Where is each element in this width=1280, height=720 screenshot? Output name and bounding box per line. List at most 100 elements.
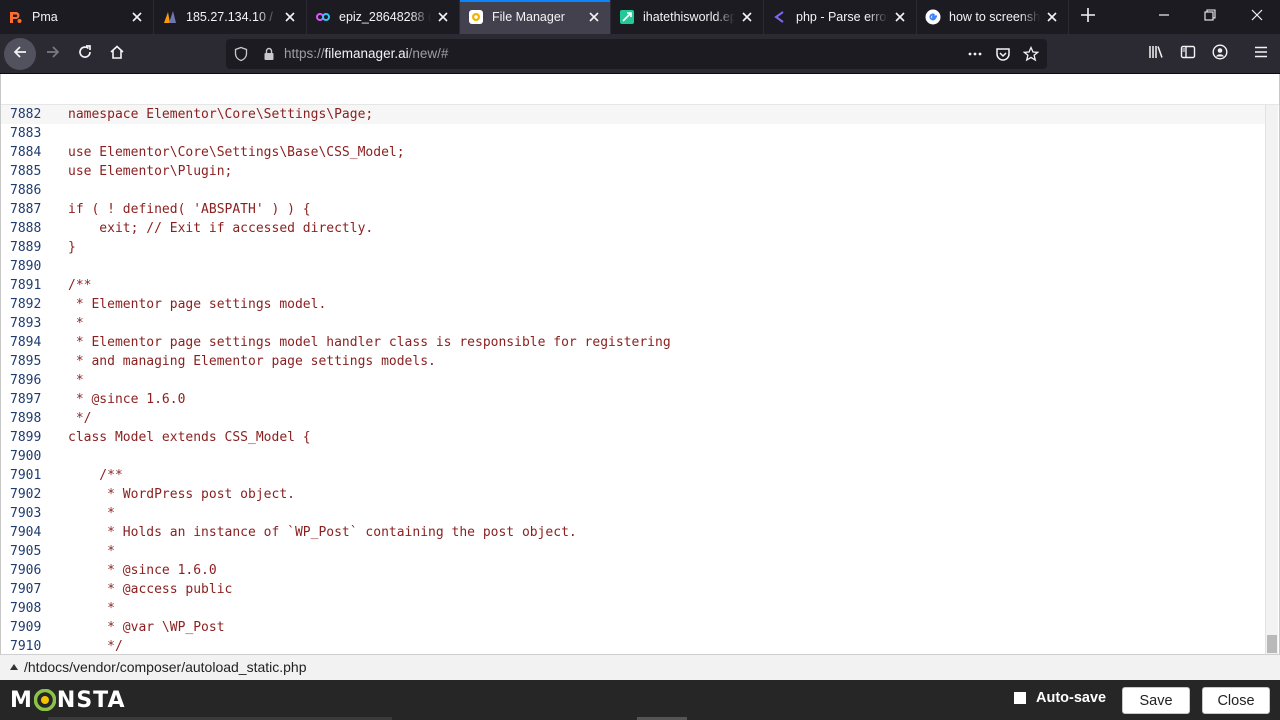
code-line[interactable]: 7908 * — [1, 599, 1265, 618]
tab-pma[interactable]: Pma — [0, 0, 154, 34]
code-editor[interactable]: 7882 namespace Elementor\Core\Settings\Pa… — [1, 105, 1265, 654]
line-number: 7907 — [10, 582, 42, 597]
google-icon — [925, 9, 941, 25]
tab-file-manager[interactable]: File Manager — [460, 0, 611, 34]
code-text: * Elementor page settings model handler … — [68, 335, 671, 350]
code-line[interactable]: 7901 /** — [1, 466, 1265, 485]
code-text: * — [68, 373, 84, 388]
code-line[interactable]: 7893 * — [1, 314, 1265, 333]
code-text: if ( ! defined( 'ABSPATH' ) ) { — [68, 202, 311, 217]
close-icon[interactable] — [586, 9, 602, 25]
code-line[interactable]: 7892 * Elementor page settings model. — [1, 295, 1265, 314]
window-close-button[interactable] — [1234, 0, 1280, 34]
close-icon[interactable] — [1044, 9, 1060, 25]
stack-angle-icon — [772, 9, 788, 25]
code-line[interactable]: 7885 use Elementor\Plugin; — [1, 162, 1265, 181]
code-line[interactable]: 7898 */ — [1, 409, 1265, 428]
code-text: use Elementor\Core\Settings\Base\CSS_Mod… — [68, 145, 405, 160]
line-number: 7883 — [10, 126, 42, 141]
save-button[interactable]: Save — [1122, 687, 1190, 714]
code-line[interactable]: 7906 * @since 1.6.0 — [1, 561, 1265, 580]
code-line[interactable]: 7891 /** — [1, 276, 1265, 295]
close-icon[interactable] — [435, 9, 451, 25]
tab-epiz[interactable]: epiz_28648288 (W — [307, 0, 460, 34]
line-number: 7892 — [10, 297, 42, 312]
close-icon[interactable] — [739, 9, 755, 25]
back-button[interactable] — [4, 38, 36, 70]
code-line[interactable]: 7886 — [1, 181, 1265, 200]
code-line[interactable]: 7895 * and managing Elementor page setti… — [1, 352, 1265, 371]
caret-up-icon[interactable] — [10, 664, 18, 670]
code-text: */ — [68, 411, 92, 426]
browser-navigation-bar: https://filemanager.ai/new/# — [0, 34, 1280, 74]
code-text: namespace Elementor\Core\Settings\Page; — [68, 107, 374, 122]
line-number: 7888 — [10, 221, 42, 236]
url-path: /new/# — [408, 46, 449, 61]
close-icon — [1251, 8, 1263, 26]
code-line[interactable]: 7896 * — [1, 371, 1265, 390]
editor-scrollbar[interactable] — [1265, 105, 1278, 654]
code-line[interactable]: 7884 use Elementor\Core\Settings\Base\CSS… — [1, 143, 1265, 162]
line-number: 7889 — [10, 240, 42, 255]
home-button[interactable] — [101, 38, 133, 70]
close-icon[interactable] — [282, 9, 298, 25]
back-arrow-icon — [12, 44, 28, 65]
code-line[interactable]: 7904 * Holds an instance of `WP_Post` co… — [1, 523, 1265, 542]
library-button[interactable] — [1140, 38, 1172, 70]
address-bar[interactable]: https://filemanager.ai/new/# — [226, 39, 1047, 69]
tab-php-parse-error[interactable]: php - Parse error — [764, 0, 917, 34]
code-line[interactable]: 7882 namespace Elementor\Core\Settings\Pa… — [1, 105, 1265, 124]
home-icon — [109, 44, 125, 65]
sidebar-icon — [1180, 44, 1196, 65]
code-line[interactable]: 7889} — [1, 238, 1265, 257]
forward-button[interactable] — [37, 38, 69, 70]
line-number: 7891 — [10, 278, 42, 293]
code-line[interactable]: 7905 * — [1, 542, 1265, 561]
menu-button[interactable] — [1245, 38, 1277, 70]
bookmark-star-icon[interactable] — [1023, 46, 1039, 62]
code-line[interactable]: 7897 * @since 1.6.0 — [1, 390, 1265, 409]
code-line[interactable]: 7909 * @var \WP_Post — [1, 618, 1265, 637]
code-line[interactable]: 7900 — [1, 447, 1265, 466]
code-text: /** — [68, 278, 92, 293]
code-text: } — [68, 240, 76, 255]
scrollbar-thumb[interactable] — [1267, 635, 1277, 653]
sidebar-button[interactable] — [1172, 38, 1204, 70]
autosave-checkbox[interactable] — [1014, 692, 1026, 704]
lock-icon[interactable] — [261, 46, 277, 62]
code-line[interactable]: 7894 * Elementor page settings model han… — [1, 333, 1265, 352]
reload-button[interactable] — [69, 38, 101, 70]
code-line[interactable]: 7887 if ( ! defined( 'ABSPATH' ) ) { — [1, 200, 1265, 219]
restore-button[interactable] — [1187, 0, 1233, 34]
code-text: use Elementor\Plugin; — [68, 164, 233, 179]
code-text: * — [68, 544, 115, 559]
shield-icon[interactable] — [233, 46, 249, 62]
tab-google-search[interactable]: how to screensho — [917, 0, 1069, 34]
more-actions-icon[interactable] — [967, 46, 983, 62]
line-number: 7894 — [10, 335, 42, 350]
code-line[interactable]: 7902 * WordPress post object. — [1, 485, 1265, 504]
code-line[interactable]: 7907 * @access public — [1, 580, 1265, 599]
close-icon[interactable] — [892, 9, 908, 25]
account-button[interactable] — [1204, 38, 1236, 70]
close-icon[interactable] — [129, 9, 145, 25]
close-button[interactable]: Close — [1202, 687, 1270, 714]
code-line[interactable]: 7903 * — [1, 504, 1265, 523]
line-number: 7903 — [10, 506, 42, 521]
plus-icon — [1080, 7, 1096, 28]
new-tab-button[interactable] — [1071, 0, 1105, 34]
editor-header — [1, 74, 1279, 105]
tab-title: ihatethisworld.ep — [643, 10, 735, 24]
pocket-icon[interactable] — [995, 46, 1011, 62]
code-line[interactable]: 7899 class Model extends CSS_Model { — [1, 428, 1265, 447]
minimize-button[interactable] — [1141, 0, 1187, 34]
code-line[interactable]: 7910 */ — [1, 637, 1265, 654]
code-line[interactable]: 7890 — [1, 257, 1265, 276]
code-line[interactable]: 7883 — [1, 124, 1265, 143]
tab-ihatethisworld[interactable]: ihatethisworld.ep — [611, 0, 764, 34]
url-text[interactable]: https://filemanager.ai/new/# — [284, 46, 448, 61]
autosave-toggle[interactable]: Auto-save — [1014, 690, 1106, 706]
file-manager-page: 7882 namespace Elementor\Core\Settings\Pa… — [0, 74, 1280, 654]
tab-phpmyadmin[interactable]: 185.27.134.10 / sql — [154, 0, 307, 34]
code-line[interactable]: 7888 exit; // Exit if accessed directly. — [1, 219, 1265, 238]
